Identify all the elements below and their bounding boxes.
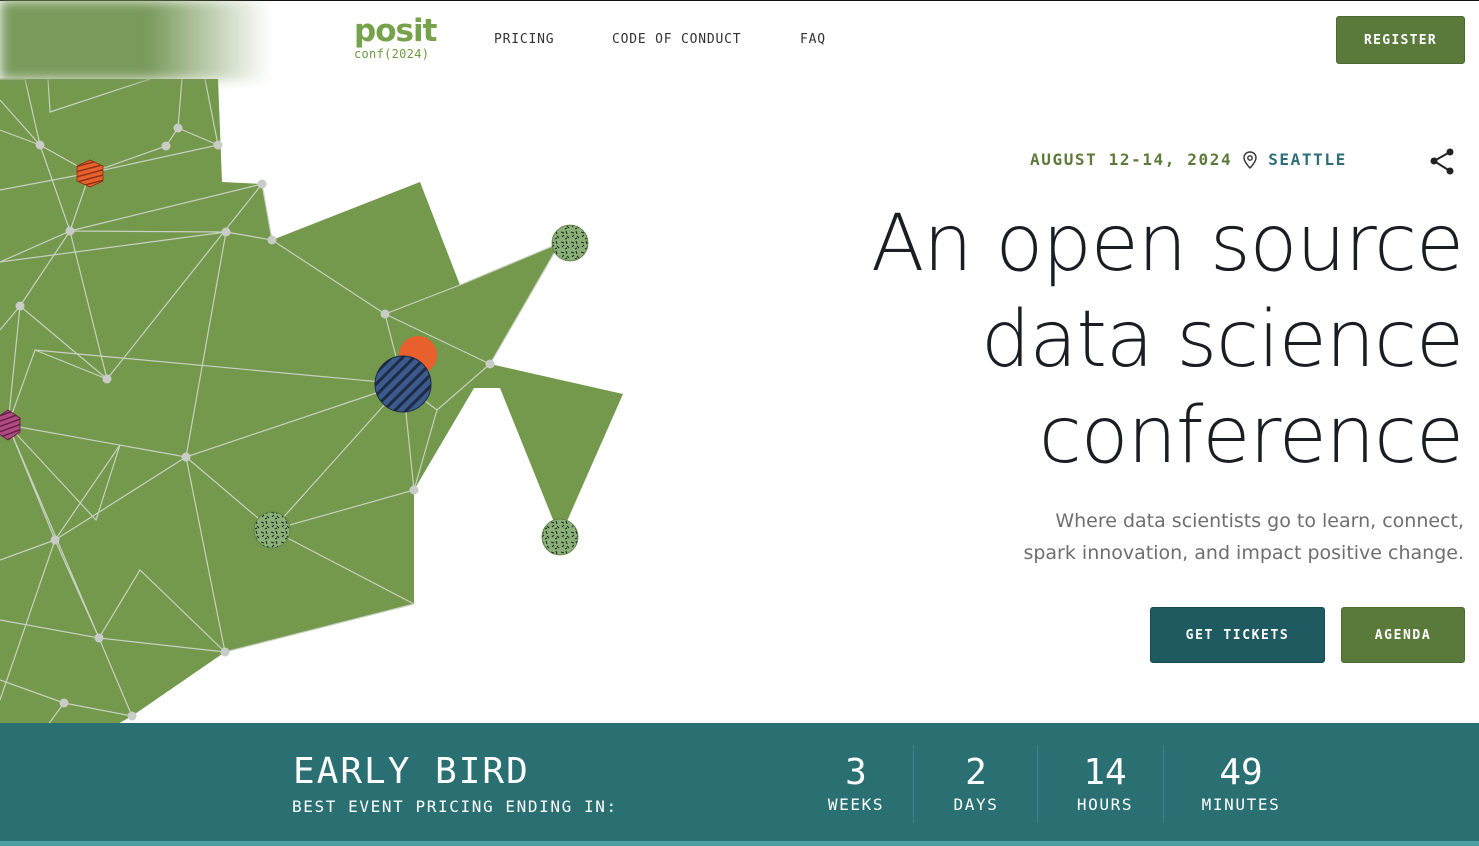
countdown-minutes: 49 MINUTES xyxy=(1191,752,1291,814)
countdown-value: 49 xyxy=(1219,752,1263,793)
event-city: SEATTLE xyxy=(1268,150,1347,169)
countdown-weeks: 3 WEEKS xyxy=(816,752,896,814)
early-bird-subtitle: BEST EVENT PRICING ENDING IN: xyxy=(292,797,618,816)
subhead-line: spark innovation, and impact positive ch… xyxy=(1023,542,1464,564)
subhead-line: Where data scientists go to learn, conne… xyxy=(1055,510,1464,532)
agenda-button[interactable]: AGENDA xyxy=(1341,607,1465,663)
countdown-days: 2 DAYS xyxy=(936,752,1016,814)
banner-bottom-border xyxy=(0,841,1479,846)
register-button[interactable]: REGISTER xyxy=(1336,16,1465,64)
countdown-value: 3 xyxy=(845,752,867,793)
countdown-label: HOURS xyxy=(1076,795,1134,814)
headline-line: An open source xyxy=(870,199,1464,289)
hero-subheading: Where data scientists go to learn, conne… xyxy=(944,505,1464,569)
hero-network-artwork xyxy=(0,0,640,800)
countdown-hours: 14 HOURS xyxy=(1065,752,1145,814)
share-icon[interactable] xyxy=(1428,146,1458,176)
get-tickets-button[interactable]: GET TICKETS xyxy=(1150,607,1325,663)
countdown-divider xyxy=(913,745,914,823)
countdown-value: 14 xyxy=(1083,752,1127,793)
site-logo[interactable]: posit conf(2024) xyxy=(354,13,437,61)
map-pin-icon xyxy=(1242,150,1258,169)
nav-link-pricing[interactable]: PRICING xyxy=(494,32,554,47)
logo-subtitle: conf(2024) xyxy=(354,47,430,61)
event-date: AUGUST 12-14, 2024 xyxy=(1030,150,1233,169)
countdown-label: WEEKS xyxy=(827,795,885,814)
artwork-blur-overlay xyxy=(0,0,270,80)
event-info: AUGUST 12-14, 2024 SEATTLE xyxy=(1030,150,1347,169)
headline-line: conference xyxy=(1038,391,1464,481)
nav-link-faq[interactable]: FAQ xyxy=(800,32,826,47)
countdown-divider xyxy=(1037,745,1038,823)
countdown-label: MINUTES xyxy=(1201,795,1281,814)
headline-line: data science xyxy=(981,295,1464,385)
hero-headline: An open source data science conference xyxy=(870,196,1464,484)
nav-link-code-of-conduct[interactable]: CODE OF CONDUCT xyxy=(612,32,741,47)
logo-wordmark: posit xyxy=(354,13,437,49)
countdown-divider xyxy=(1163,745,1164,823)
countdown-label: DAYS xyxy=(953,795,999,814)
early-bird-title: EARLY BIRD xyxy=(293,751,530,792)
countdown-value: 2 xyxy=(965,752,987,793)
